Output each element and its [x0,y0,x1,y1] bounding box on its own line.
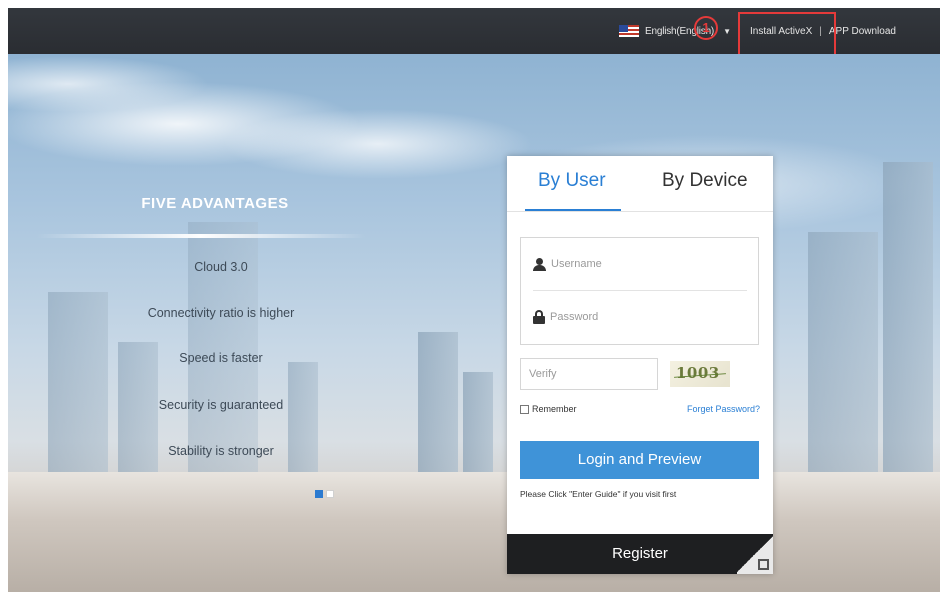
tab-by-user[interactable]: By User [538,170,606,192]
building [48,292,108,482]
advantage-item: Speed is faster [179,351,263,365]
username-placeholder: Username [551,258,602,270]
advantage-item: Stability is stronger [168,444,274,458]
login-preview-button[interactable]: Login and Preview [520,441,759,479]
building [808,232,878,482]
username-field[interactable]: Username [533,254,602,274]
advantages-divider [36,234,366,238]
ground [8,472,940,592]
verify-input[interactable]: Verify [520,358,658,390]
background-cityscape [8,54,940,592]
app-download-link[interactable]: APP Download [829,26,896,37]
password-field[interactable]: Password [533,307,598,327]
register-button[interactable]: Register [507,534,773,574]
carousel-dot-active[interactable] [315,490,323,498]
credentials-box: Username Password [520,237,759,345]
building [463,372,493,482]
advantage-item: Security is guaranteed [158,398,284,412]
remember-checkbox-row[interactable]: Remember [520,404,577,414]
app-frame: English(English) ▼ 1 Install ActiveX | A… [8,8,940,592]
remember-label: Remember [532,404,577,414]
advantages-title: FIVE ADVANTAGES [141,195,289,212]
advantage-item: Cloud 3.0 [194,260,248,274]
top-bar: English(English) ▼ 1 Install ActiveX | A… [8,8,940,58]
building [883,162,933,482]
qr-corner[interactable] [737,534,773,574]
field-divider [533,290,747,291]
qr-code-icon [758,559,769,570]
active-tab-indicator [525,209,621,211]
building [288,362,318,482]
carousel-dot[interactable] [326,490,334,498]
captcha-image[interactable]: 1003 [670,361,730,387]
verify-placeholder: Verify [529,368,557,380]
guide-hint-text: Please Click "Enter Guide" if you visit … [520,489,677,499]
building [418,332,458,482]
us-flag-icon [619,25,639,37]
carousel-dots [315,490,334,498]
login-tabs: By User By Device [507,156,773,212]
annotation-circle: 1 [694,16,718,40]
register-bar[interactable]: Register [507,534,773,574]
captcha-text: 1003 [676,364,720,382]
forget-password-link[interactable]: Forget Password? [687,404,760,414]
login-panel: By User By Device Username Password Veri… [507,156,773,574]
advantage-item: Connectivity ratio is higher [147,306,295,320]
chevron-down-icon: ▼ [723,26,731,36]
password-placeholder: Password [550,311,599,323]
lock-icon [533,310,545,324]
user-icon [533,257,546,271]
remember-checkbox[interactable] [520,404,529,414]
annotation-highlight-box [738,12,836,58]
tab-by-device[interactable]: By Device [662,170,748,192]
